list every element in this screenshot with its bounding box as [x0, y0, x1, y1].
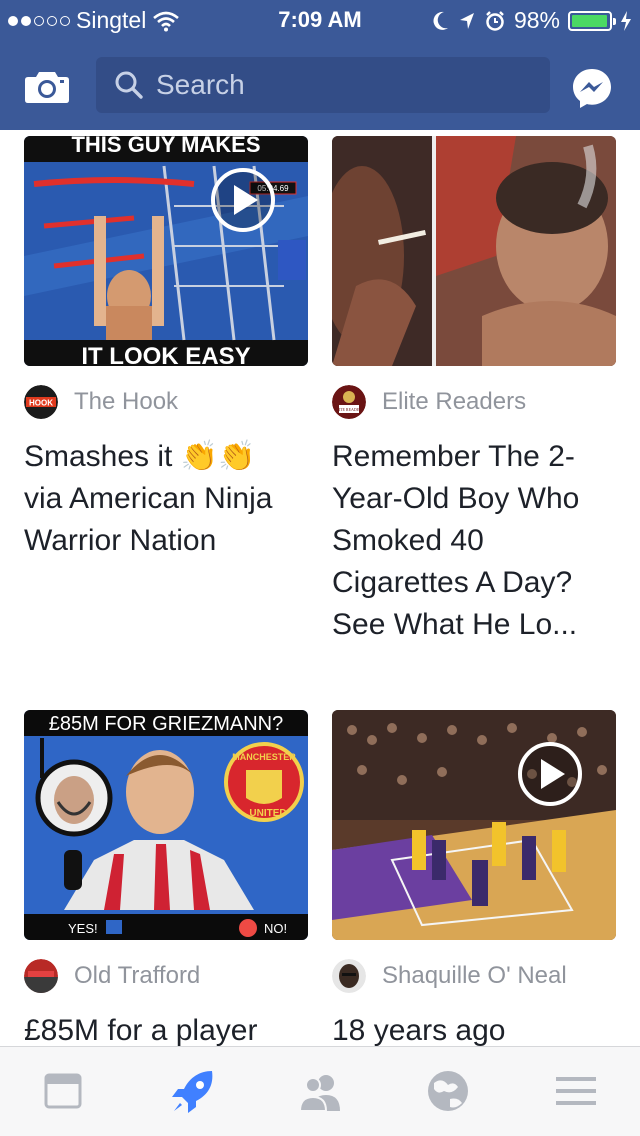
charging-bolt-icon: [621, 10, 631, 31]
avatar-text: ELITE READERS: [334, 407, 364, 412]
search-icon: [115, 71, 143, 99]
location-arrow-icon: [459, 12, 474, 29]
search-placeholder: Search: [156, 69, 245, 100]
source-name: Shaquille O' Neal: [382, 962, 567, 989]
no-label: NO!: [264, 921, 287, 936]
news-feed-icon[interactable]: [40, 1067, 88, 1115]
card-title[interactable]: Smashes it 👏👏 via American Ninja Warrior…: [24, 436, 324, 562]
card-source[interactable]: Old Trafford: [24, 959, 201, 993]
search-input[interactable]: Search: [96, 57, 550, 113]
friends-icon[interactable]: [296, 1067, 344, 1115]
title-line: Warrior Nation: [24, 524, 217, 557]
image-thumbnail[interactable]: [332, 136, 616, 366]
source-avatar: [332, 959, 366, 993]
source-name: Old Trafford: [74, 962, 201, 989]
card-title[interactable]: Remember The 2- Year-Old Boy Who Smoked …: [332, 436, 632, 646]
source-name: The Hook: [74, 388, 179, 415]
top-navbar: Search: [0, 40, 640, 130]
card-source[interactable]: Shaquille O' Neal: [332, 959, 567, 993]
thumb-caption-top: £85M FOR GRIEZMANN?: [49, 713, 283, 735]
thumb-caption-bottom: IT LOOK EASY: [81, 343, 250, 366]
title-line: Smashes it 👏👏: [24, 440, 256, 473]
status-bar: Singtel 7:09 AM 98%: [0, 0, 640, 40]
card-source[interactable]: ELITE READERS Elite Readers: [332, 385, 527, 419]
badge-text-top: MANCHESTER: [232, 752, 296, 762]
title-line: £85M for a player: [24, 1014, 258, 1046]
title-line: Cigarettes A Day?: [332, 566, 573, 599]
source-avatar: [24, 959, 58, 993]
play-icon[interactable]: [211, 168, 275, 232]
alarm-icon: [486, 10, 504, 31]
menu-icon[interactable]: [552, 1067, 600, 1115]
video-thumbnail[interactable]: 05:04.69 THIS GUY MAKES IT LOOK EASY: [24, 136, 308, 366]
badge-text-bottom: UNITED: [249, 808, 286, 819]
video-thumbnail[interactable]: [332, 710, 616, 940]
image-thumbnail[interactable]: £85M FOR GRIEZMANN? MANCHESTER UNITED YE…: [24, 710, 308, 940]
yes-label: YES!: [68, 921, 98, 936]
explore-rocket-icon[interactable]: [170, 1067, 218, 1115]
battery-percent: 98%: [513, 7, 560, 33]
source-name: Elite Readers: [382, 388, 527, 415]
status-right: 98%: [432, 7, 632, 34]
title-line: via American Ninja: [24, 482, 273, 515]
title-line: Year-Old Boy Who: [332, 482, 580, 515]
bottom-tab-bar: [0, 1046, 640, 1136]
card-title[interactable]: £85M for a player: [24, 1010, 324, 1046]
title-line: See What He Lo...: [332, 608, 578, 641]
play-icon[interactable]: [518, 742, 582, 806]
messenger-icon[interactable]: [570, 66, 614, 110]
explore-feed[interactable]: 05:04.69 THIS GUY MAKES IT LOOK EASY HOO…: [0, 130, 640, 1046]
thumb-caption-top: THIS GUY MAKES: [71, 136, 260, 157]
battery-icon: [568, 10, 616, 31]
camera-icon[interactable]: [24, 70, 70, 104]
title-line: Smoked 40: [332, 524, 484, 557]
card-source[interactable]: HOOK The Hook: [24, 385, 179, 419]
card-title[interactable]: 18 years ago: [332, 1010, 632, 1046]
title-line: 18 years ago: [332, 1014, 506, 1046]
avatar-text: HOOK: [29, 399, 53, 408]
globe-icon[interactable]: [424, 1067, 472, 1115]
source-avatar: ELITE READERS: [332, 385, 366, 419]
title-line: Remember The 2-: [332, 440, 575, 473]
source-avatar: HOOK: [24, 385, 58, 419]
do-not-disturb-moon-icon: [433, 11, 448, 30]
